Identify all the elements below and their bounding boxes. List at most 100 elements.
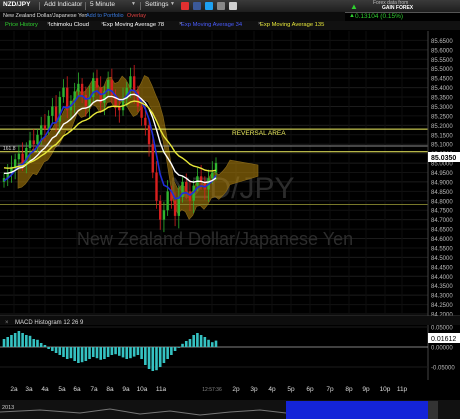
macd-bar — [6, 337, 10, 347]
time-tick-label: 4a — [41, 386, 49, 393]
time-tick-label: 3p — [250, 386, 258, 393]
candle-body — [32, 140, 35, 145]
time-tick-label: 4p — [268, 386, 276, 393]
macd-bar — [39, 343, 43, 347]
macd-bar — [155, 347, 158, 371]
candle-body — [185, 181, 188, 192]
price-tick-label: 84.8500 — [431, 190, 453, 196]
macd-bar — [47, 347, 50, 349]
candle-body — [132, 76, 136, 92]
time-tick-label: 2p — [232, 386, 240, 393]
macd-bar — [121, 347, 125, 358]
candle-body — [62, 87, 65, 98]
macd-bar — [110, 347, 114, 355]
macd-bar — [151, 347, 155, 371]
candle-body — [140, 106, 143, 118]
candle-body — [159, 200, 162, 220]
macd-bar — [88, 347, 91, 359]
price-tick-label: 84.3000 — [431, 294, 453, 300]
price-tick-label: 84.9000 — [431, 180, 453, 186]
macd-bar — [36, 339, 39, 347]
macd-bar — [65, 347, 69, 359]
macd-bar — [17, 331, 21, 347]
time-tick-label: 10a — [137, 386, 148, 393]
macd-close-icon[interactable]: × — [5, 320, 9, 326]
candle-body — [51, 106, 54, 116]
navigator-window[interactable] — [286, 401, 428, 419]
macd-bar — [51, 347, 54, 351]
macd-bar — [136, 347, 140, 355]
candle-body — [17, 153, 21, 160]
price-tick-label: 84.7500 — [431, 209, 453, 215]
macd-bar — [73, 347, 76, 361]
macd-bar — [203, 337, 207, 347]
macd-bar — [69, 347, 73, 359]
navigator-handle[interactable] — [428, 401, 438, 419]
macd-bar — [144, 347, 147, 365]
price-chart[interactable]: NZD/JPY New Zealand Dollar/Japanese Yen … — [0, 0, 460, 419]
price-tick-label: 85.4000 — [431, 86, 453, 92]
macd-tick-label: 0.00000 — [431, 346, 453, 352]
macd-bar — [140, 347, 143, 359]
macd-bar — [28, 335, 32, 347]
macd-bar — [32, 339, 36, 347]
price-tick-label: 84.6500 — [431, 228, 453, 234]
macd-bar — [207, 339, 210, 347]
macd-bar — [99, 347, 103, 360]
price-tick-label: 85.4500 — [431, 77, 453, 83]
price-tick-label: 84.9500 — [431, 171, 453, 177]
candle-body — [36, 134, 39, 145]
price-tick-label: 84.2500 — [431, 303, 453, 309]
macd-current: 0.01612 — [431, 336, 456, 343]
macd-bar — [181, 343, 184, 347]
watermark-name: New Zealand Dollar/Japanese Yen — [77, 229, 353, 249]
current-price: 85.0350 — [431, 155, 456, 162]
candle-body — [84, 95, 88, 107]
macd-bar — [192, 335, 195, 347]
price-tick-label: 84.3500 — [431, 284, 453, 290]
macd-histogram — [2, 331, 218, 371]
time-tick-label: 6a — [73, 386, 81, 393]
price-tick-label: 84.4500 — [431, 265, 453, 271]
macd-bar — [106, 347, 110, 357]
macd-bar — [114, 347, 117, 355]
macd-tick-label: -0.05000 — [431, 366, 455, 372]
candle-body — [177, 197, 181, 216]
candle-body — [144, 117, 147, 126]
macd-bar — [147, 347, 151, 369]
time-tick-label: 9p — [362, 386, 370, 393]
time-axis-bg — [0, 380, 460, 400]
price-tick-label: 85.1500 — [431, 133, 453, 139]
time-tick-label: 7p — [326, 386, 334, 393]
macd-bar — [91, 347, 95, 357]
macd-bar — [199, 335, 203, 347]
price-tick-label: 85.6000 — [431, 48, 453, 54]
macd-bar — [177, 347, 181, 348]
macd-bar — [162, 347, 166, 363]
time-tick-label: 9a — [122, 386, 130, 393]
time-tick-label: 3a — [25, 386, 33, 393]
macd-bar — [103, 347, 106, 359]
price-tick-label: 84.6000 — [431, 237, 453, 243]
candle-body — [155, 172, 158, 201]
price-tick-label: 85.3500 — [431, 96, 453, 102]
macd-bar — [125, 347, 129, 359]
candle-body — [188, 191, 192, 201]
macd-bar — [170, 347, 173, 355]
price-tick-label: 84.7000 — [431, 218, 453, 224]
macd-bar — [214, 340, 218, 347]
macd-bar — [173, 347, 177, 351]
macd-bar — [58, 347, 62, 355]
candle-body — [162, 210, 166, 220]
macd-bar — [54, 347, 58, 353]
time-tick-label: 7a — [90, 386, 98, 393]
time-tick-label: 2a — [10, 386, 18, 393]
candle-body — [43, 125, 47, 130]
time-tick-label: 8p — [345, 386, 353, 393]
time-tick-label: 11p — [397, 386, 408, 393]
reversal-area-label: REVERSAL AREA — [232, 130, 286, 137]
macd-bar — [10, 335, 13, 347]
candle-body — [151, 144, 154, 173]
macd-bar — [117, 347, 121, 356]
macd-label[interactable]: MACD Histogram 12 26 9 — [15, 320, 84, 326]
